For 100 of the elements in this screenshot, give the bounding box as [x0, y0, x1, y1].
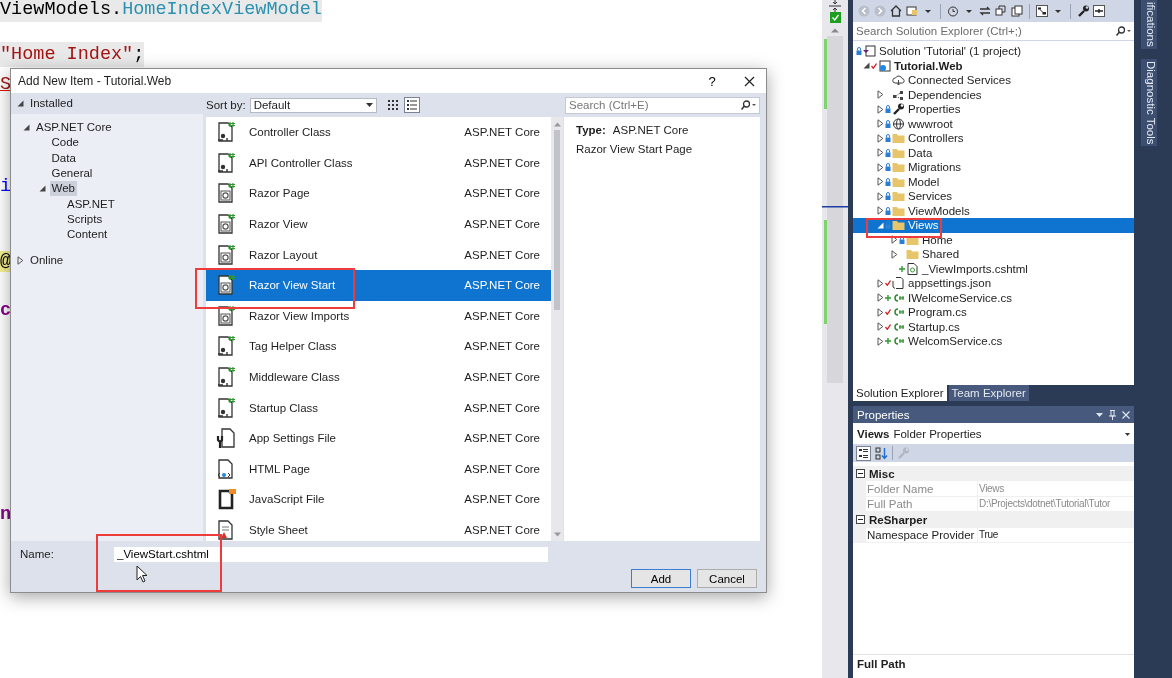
tree-item[interactable]: Connected Services: [853, 73, 1134, 88]
list-view-button[interactable]: [403, 97, 420, 113]
diagram-icon[interactable]: [1036, 5, 1048, 17]
scroll-up-icon[interactable]: [831, 28, 839, 33]
tree-item[interactable]: Program.cs: [853, 305, 1134, 320]
expander-icon[interactable]: [876, 90, 885, 100]
template-item[interactable]: HTML Page ASP.NET Core: [206, 453, 551, 485]
collapse-icon[interactable]: [995, 5, 1007, 17]
tree-item[interactable]: appsettings.json: [853, 276, 1134, 291]
template-item[interactable]: App Settings File ASP.NET Core: [206, 422, 551, 454]
tree-item[interactable]: wwwroot: [853, 116, 1134, 131]
template-item[interactable]: Razor View Imports ASP.NET Core: [206, 300, 551, 332]
template-item[interactable]: Razor View Start ASP.NET Core: [206, 269, 551, 301]
tree-item[interactable]: General: [49, 166, 95, 182]
template-item[interactable]: Tag Helper Class ASP.NET Core: [206, 331, 551, 362]
tree-item[interactable]: Services: [853, 189, 1134, 204]
template-item[interactable]: API Controller Class ASP.NET Core: [206, 147, 551, 179]
expander-icon[interactable]: [876, 278, 885, 288]
panel-tab[interactable]: Solution Explorer: [853, 385, 947, 401]
collapse-box-icon[interactable]: [856, 469, 865, 479]
categorized-icon[interactable]: [856, 445, 871, 461]
expander-icon[interactable]: [890, 249, 899, 259]
expander-icon[interactable]: [862, 61, 871, 71]
expander-icon[interactable]: [876, 293, 885, 303]
sort-dropdown[interactable]: Default: [249, 97, 377, 113]
property-value[interactable]: Views: [977, 481, 1134, 497]
tree-item[interactable]: Solution 'Tutorial' (1 project): [853, 44, 1134, 59]
tree-item[interactable]: Startup.cs: [853, 319, 1134, 334]
pin-icon[interactable]: [1093, 5, 1105, 17]
dialog-button[interactable]: Cancel: [697, 569, 757, 588]
expander-icon[interactable]: [876, 322, 885, 332]
expander-icon[interactable]: [22, 123, 31, 133]
template-item[interactable]: JavaScript File ASP.NET Core: [206, 484, 551, 515]
tree-item[interactable]: Data: [853, 145, 1134, 160]
history-icon[interactable]: [947, 5, 959, 17]
expander-icon[interactable]: [876, 191, 885, 201]
template-item[interactable]: Razor Layout ASP.NET Core: [206, 239, 551, 270]
search-field[interactable]: Search Solution Explorer (Ctrl+;): [853, 22, 1134, 41]
split-icon[interactable]: [828, 0, 842, 12]
tree-item[interactable]: ViewModels: [853, 203, 1134, 218]
name-field[interactable]: _ViewStart.cshtml: [114, 546, 548, 562]
switch-views-icon[interactable]: [906, 5, 918, 17]
expander-icon[interactable]: [16, 256, 25, 266]
template-item[interactable]: Controller Class ASP.NET Core: [206, 117, 551, 148]
tree-item[interactable]: Controllers: [853, 131, 1134, 146]
tree-item[interactable]: ASP.NET Core: [34, 120, 114, 136]
expander-icon[interactable]: [876, 133, 885, 143]
close-icon[interactable]: [1122, 410, 1130, 419]
tree-item[interactable]: Tutorial.Web: [853, 58, 1134, 73]
tree-item[interactable]: WelcomService.cs: [853, 334, 1134, 349]
expander-icon[interactable]: [876, 148, 885, 158]
wrench-icon[interactable]: [1077, 5, 1089, 17]
show-all-icon[interactable]: [1011, 5, 1023, 17]
expander-icon[interactable]: [876, 177, 885, 187]
tree-item[interactable]: Views: [853, 218, 1134, 233]
list-scrollbar[interactable]: [551, 117, 563, 541]
expander-icon[interactable]: [876, 336, 885, 346]
tree-item[interactable]: Content: [65, 227, 110, 243]
panel-tab[interactable]: Team Explorer: [948, 385, 1029, 401]
tree-item[interactable]: Data: [49, 150, 78, 166]
template-item[interactable]: Style Sheet ASP.NET Core: [206, 514, 551, 541]
expander-icon[interactable]: [890, 235, 899, 245]
expander-icon[interactable]: [876, 162, 885, 172]
description-title: Full Path: [853, 654, 1134, 678]
tree-item[interactable]: Properties: [853, 102, 1134, 117]
expander-icon[interactable]: [876, 104, 885, 114]
tree-item[interactable]: Model: [853, 174, 1134, 189]
side-tab[interactable]: ifications: [1141, 0, 1157, 49]
csharp-file-icon: [892, 335, 905, 348]
tree-item[interactable]: Shared: [853, 247, 1134, 262]
tree-item[interactable]: ASP.NET: [65, 196, 117, 212]
dropdown-icon[interactable]: [1096, 412, 1103, 417]
template-item[interactable]: Razor Page ASP.NET Core: [206, 178, 551, 209]
sort-alphabetical-icon[interactable]: [875, 446, 888, 460]
expander-icon[interactable]: [876, 206, 885, 216]
caret-icon[interactable]: [1125, 432, 1130, 436]
collapse-box-icon[interactable]: [856, 515, 865, 525]
tree-item[interactable]: Online: [28, 253, 66, 269]
tree-item[interactable]: Web: [49, 181, 77, 197]
expander-icon[interactable]: [16, 99, 25, 108]
tree-item[interactable]: Code: [49, 135, 81, 151]
expander-icon[interactable]: [876, 307, 885, 317]
tree-item[interactable]: Scripts: [65, 211, 105, 227]
side-tab[interactable]: Diagnostic Tools: [1141, 58, 1157, 147]
template-item[interactable]: Razor View ASP.NET Core: [206, 208, 551, 240]
expander-icon[interactable]: [37, 184, 47, 194]
tree-item[interactable]: _ViewImports.cshtml: [853, 261, 1134, 276]
template-item[interactable]: Startup Class ASP.NET Core: [206, 392, 551, 423]
expander-icon[interactable]: [876, 220, 885, 230]
tree-item[interactable]: Installed: [28, 96, 75, 111]
home-icon[interactable]: [890, 5, 902, 17]
tree-item[interactable]: Dependencies: [853, 87, 1134, 102]
sync-icon[interactable]: [979, 5, 991, 17]
tree-item[interactable]: Migrations: [853, 160, 1134, 175]
template-item[interactable]: Middleware Class ASP.NET Core: [206, 361, 551, 393]
expander-icon[interactable]: [876, 119, 885, 129]
search-field[interactable]: Search (Ctrl+E): [565, 96, 760, 114]
tree-item[interactable]: IWelcomeService.cs: [853, 290, 1134, 305]
help-button[interactable]: ?: [701, 70, 723, 92]
dialog-button[interactable]: Add: [631, 569, 691, 588]
